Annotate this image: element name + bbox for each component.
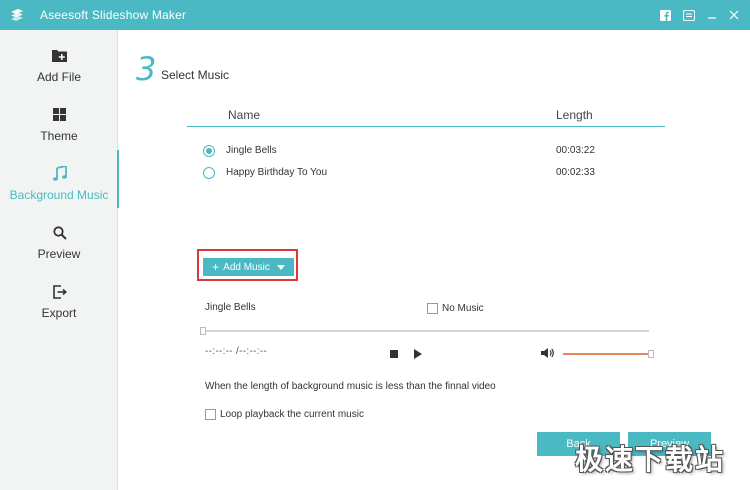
sidebar-item-label: Export [41, 306, 77, 320]
volume-slider[interactable] [563, 350, 654, 358]
sidebar: Add File Theme Background Music Preview … [0, 30, 119, 490]
add-music-label: Add Music [223, 261, 270, 273]
sidebar-item-preview[interactable]: Preview [0, 209, 118, 267]
app-title: Aseesoft Slideshow Maker [40, 8, 187, 22]
radio-button[interactable] [203, 167, 215, 179]
sidebar-item-export[interactable]: Export [0, 268, 118, 326]
sidebar-item-label: Theme [40, 129, 78, 143]
no-music-label: No Music [442, 303, 484, 314]
volume-handle[interactable] [648, 350, 654, 358]
sidebar-item-background-music[interactable]: Background Music [0, 150, 119, 208]
track-length: 00:02:33 [556, 167, 595, 178]
radio-button[interactable] [203, 145, 215, 157]
volume-icon[interactable] [541, 347, 555, 359]
facebook-icon[interactable] [658, 8, 672, 22]
track-name: Happy Birthday To You [226, 167, 328, 178]
column-header-length: Length [556, 108, 593, 122]
sidebar-item-label: Background Music [9, 188, 109, 202]
export-icon [52, 284, 67, 299]
current-track-name: Jingle Bells [205, 302, 256, 313]
track-name: Jingle Bells [226, 145, 277, 156]
plus-icon: + [212, 260, 220, 274]
table-row[interactable]: Jingle Bells 00:03:22 [203, 142, 663, 160]
add-music-button[interactable]: + Add Music [203, 258, 294, 276]
app-logo-icon [11, 9, 23, 21]
stop-button[interactable] [390, 350, 398, 358]
progress-handle[interactable] [200, 327, 206, 335]
add-folder-icon [52, 48, 67, 63]
column-header-name: Name [228, 108, 261, 122]
sidebar-item-theme[interactable]: Theme [0, 91, 118, 149]
checkbox-box[interactable] [205, 409, 216, 420]
step-number: 3 [136, 50, 157, 88]
music-panel: 3 Select Music Name Length Jingle Bells … [119, 30, 750, 490]
music-note-icon [52, 166, 67, 181]
close-icon[interactable] [727, 8, 741, 22]
checkbox-box[interactable] [427, 303, 438, 314]
theme-grid-icon [52, 107, 67, 122]
minimize-icon[interactable] [705, 8, 719, 22]
header-divider [187, 126, 665, 127]
length-note: When the length of background music is l… [205, 381, 496, 392]
play-button[interactable] [414, 349, 422, 359]
feedback-icon[interactable] [682, 8, 696, 22]
track-length: 00:03:22 [556, 145, 595, 156]
sidebar-item-label: Preview [37, 247, 81, 261]
time-display: --:--:-- /--:--:-- [205, 346, 268, 357]
loop-label: Loop playback the current music [220, 409, 364, 420]
dropdown-arrow-icon [276, 264, 285, 270]
sidebar-item-add-file[interactable]: Add File [0, 32, 118, 90]
table-row[interactable]: Happy Birthday To You 00:02:33 [203, 164, 663, 182]
watermark: 极速下载站 [575, 443, 726, 476]
sidebar-item-label: Add File [36, 70, 82, 84]
page-title: Select Music [161, 68, 230, 82]
title-bar: Aseesoft Slideshow Maker [0, 0, 750, 30]
playback-progress-slider[interactable] [200, 327, 649, 335]
magnifier-icon [52, 225, 67, 240]
